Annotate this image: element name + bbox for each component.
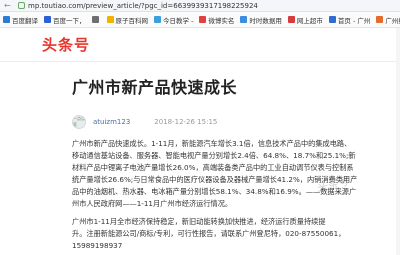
paragraph-line: 移动通信基站设备、服务器、智能电视产量分别增长2.4倍、64.8%、18.7%和…: [72, 151, 356, 160]
avatar[interactable]: 一点点家: [72, 115, 86, 129]
toutiao-logo[interactable]: 头条号: [42, 34, 90, 55]
bookmark-favicon-icon: [328, 16, 336, 23]
back-icon[interactable]: ←: [4, 1, 16, 10]
lock-icon: [18, 2, 25, 9]
bookmark-label: 网上超市: [296, 16, 323, 25]
paragraph-line: 升。注册新能源公司/商标/专利，可行性报告，请联系广州登尼特，020-87550…: [72, 229, 346, 238]
bookmarks-bar: 百度翻译 百度一下， 原子百科网 今日教学 - 微博实名 时时数据用 网上超市 首页 - 广州…: [0, 12, 400, 28]
bookmark-item[interactable]: 百度一下，: [44, 15, 86, 25]
site-header: 头条号: [0, 28, 400, 62]
bookmark-label: 首页 - 广州: [337, 16, 371, 25]
bookmark-label: 微博实名: [208, 16, 235, 25]
bookmark-label: 原子百科网: [115, 16, 149, 25]
url-text[interactable]: mp.toutiao.com/preview_article/?pgc_id=6…: [28, 2, 258, 10]
bookmark-favicon-icon: [3, 16, 10, 23]
bookmark-item[interactable]: 百度翻译: [3, 15, 38, 25]
bookmark-item[interactable]: 时时数据用: [240, 15, 282, 25]
bookmark-favicon-icon: [199, 16, 207, 23]
article-paragraph-2: 广州市1-11月全市经济保持稳定，新旧动能转换加快推进，经济运行质量持续提升。注…: [72, 216, 372, 252]
bookmark-favicon-icon: [154, 16, 161, 23]
bookmark-favicon-icon: [44, 16, 51, 23]
bookmark-favicon-icon: [287, 16, 295, 23]
paragraph-line: 广州市1-11月全市经济保持稳定，新旧动能转换加快推进，经济运行质量持续提: [72, 217, 326, 226]
address-bar[interactable]: ← mp.toutiao.com/preview_article/?pgc_id…: [0, 0, 400, 12]
bookmark-item[interactable]: 原子百科网: [106, 15, 149, 25]
article: 广州市新产品快速成长 一点点家 atuizm123 2018-12-26 15:…: [72, 62, 372, 252]
avatar-text: 一点点家: [73, 116, 85, 127]
bookmark-label: 今日教学 -: [163, 16, 194, 25]
bookmark-item[interactable]: 今日教学 -: [154, 15, 193, 25]
bookmark-favicon-icon: [240, 16, 248, 23]
bookmark-item[interactable]: [91, 16, 101, 23]
paragraph-line: 15989198937: [72, 241, 123, 250]
paragraph-line: 州市人民政府网——1-11月广州市经济运行情况。: [72, 199, 233, 208]
bookmark-label: 百度一下，: [53, 16, 86, 25]
bookmark-label: 广州红包: [385, 16, 400, 25]
article-title: 广州市新产品快速成长: [72, 78, 238, 97]
bookmark-favicon-icon: [106, 16, 114, 23]
article-meta: 一点点家 atuizm123 2018-12-26 15:15: [72, 115, 372, 129]
bookmark-item[interactable]: 广州红包: [376, 15, 400, 25]
paragraph-line: 广州市新产品快速成长。1-11月，新能源汽车增长3.1倍，信息技术产品中的集成电…: [72, 139, 352, 148]
bookmark-item[interactable]: 网上超市: [287, 15, 323, 25]
paragraph-line: 材料产品中锂离子电池产量增长26.0%，高端装备类产品中的工业自动调节仪表与控制…: [72, 163, 354, 172]
bookmark-label: 时时数据用: [249, 16, 282, 25]
scrollbar[interactable]: [396, 28, 400, 255]
bookmark-favicon-icon: [91, 16, 99, 23]
publish-time: 2018-12-26 15:15: [154, 118, 218, 126]
author-name[interactable]: atuizm123: [93, 118, 130, 126]
bookmark-label: 百度翻译: [12, 16, 38, 25]
bookmark-item[interactable]: 微博实名: [199, 15, 234, 25]
bookmark-item[interactable]: 首页 - 广州: [328, 15, 371, 25]
bookmark-favicon-icon: [376, 16, 384, 23]
